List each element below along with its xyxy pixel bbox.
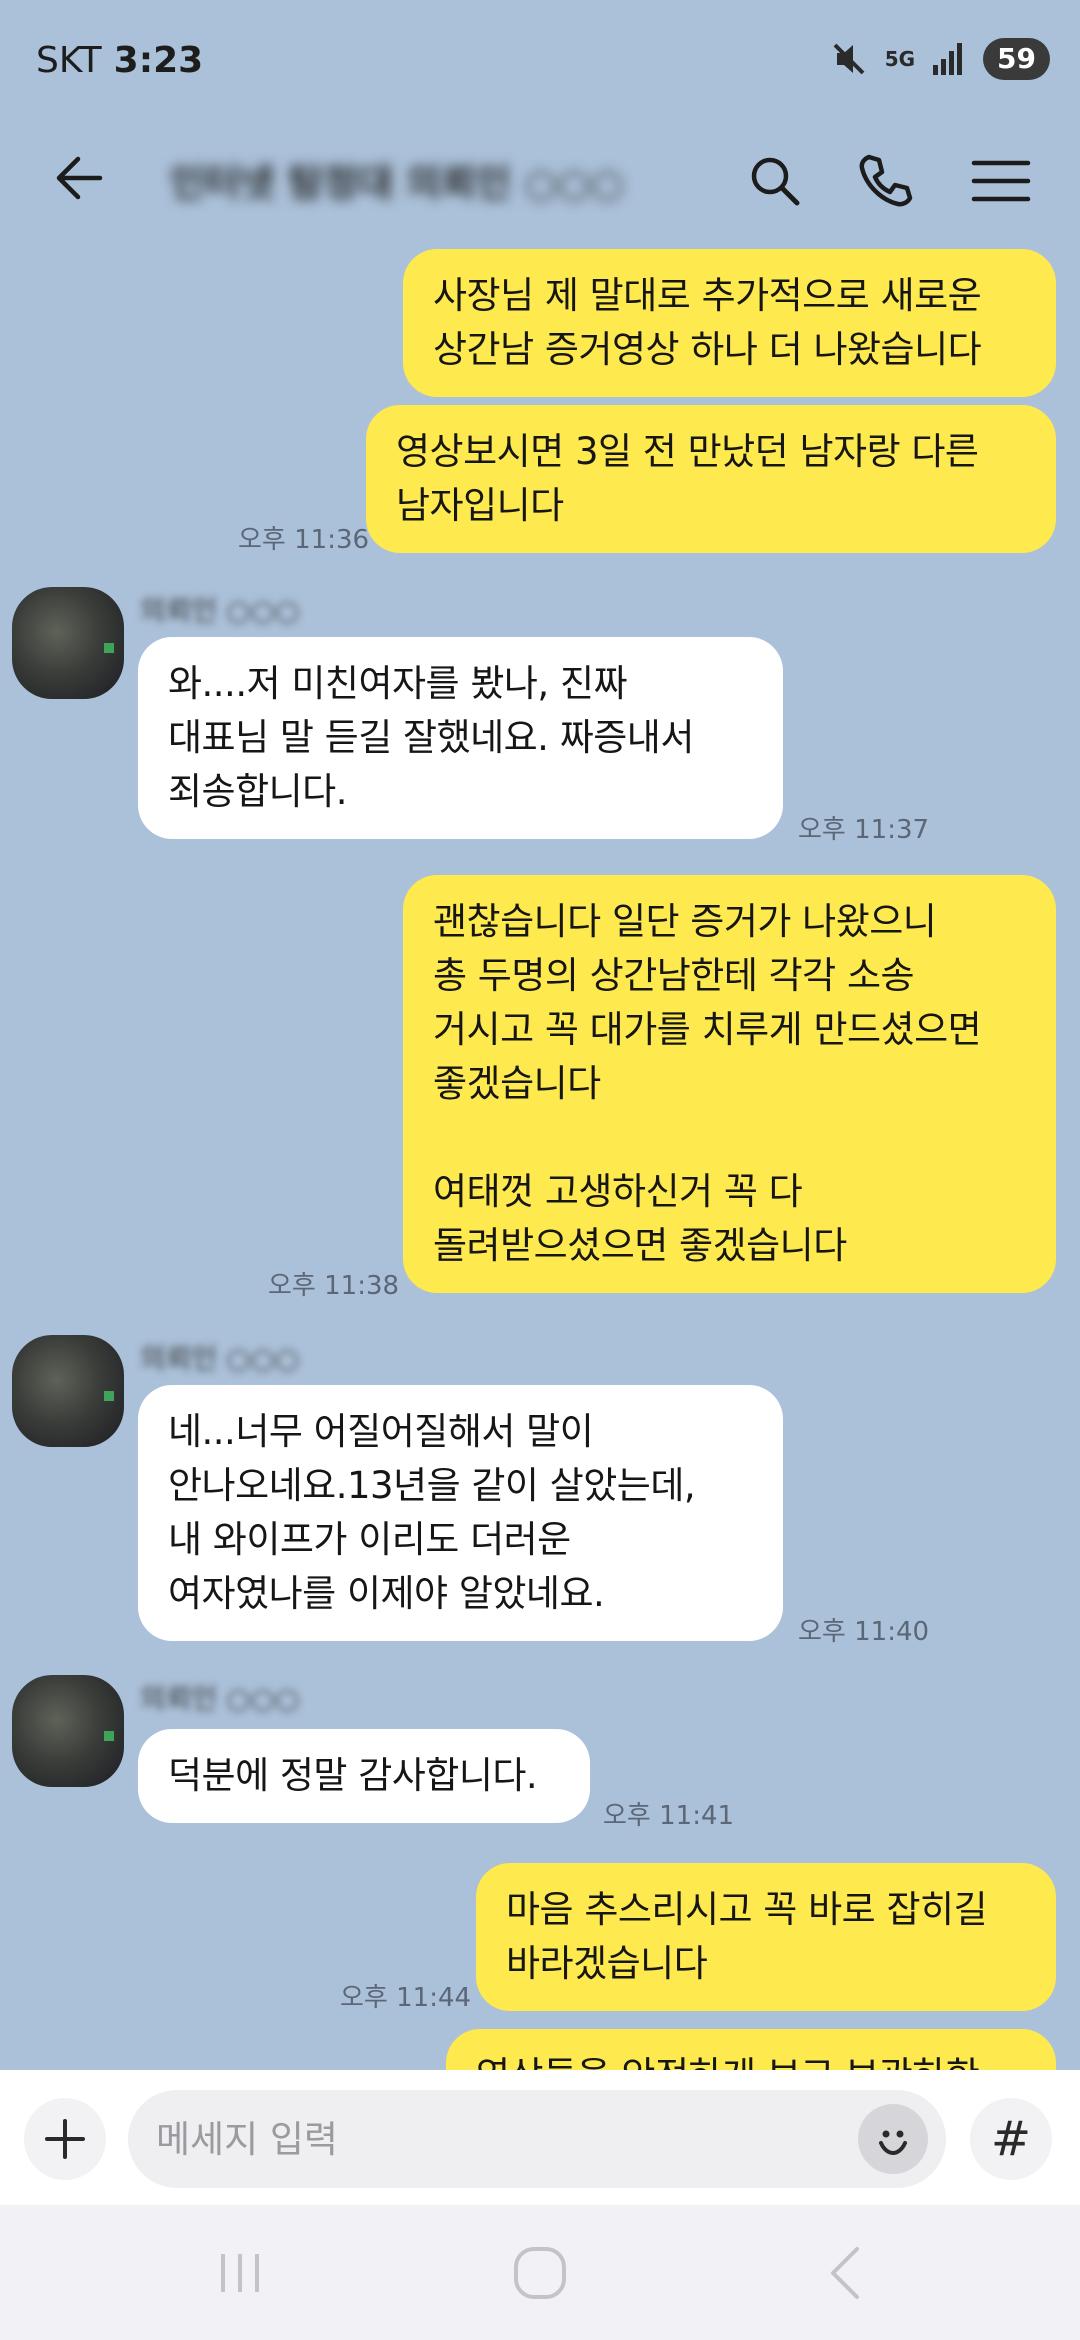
my-message-bubble[interactable]: 영상보시면 3일 전 만났던 남자랑 다른 남자입니다 xyxy=(366,405,1056,553)
message-time: 오후 11:41 xyxy=(603,1801,735,1831)
other-message-bubble[interactable]: 덕분에 정말 감사합니다. xyxy=(138,1729,590,1823)
avatar[interactable] xyxy=(12,587,124,699)
smiley-icon xyxy=(879,2130,907,2156)
search-icon xyxy=(751,157,800,206)
message-time: 오후 11:40 xyxy=(798,1617,930,1647)
my-message-bubble[interactable]: 괜찮습니다 일단 증거가 나왔으니 총 두명의 상간남한테 각각 소송 거시고 … xyxy=(403,875,1056,1293)
signal-icon xyxy=(933,43,963,75)
network-label: 5G xyxy=(884,47,916,71)
message-input[interactable] xyxy=(128,2090,946,2188)
battery-indicator: 59 xyxy=(983,38,1050,80)
search-button[interactable] xyxy=(740,146,810,216)
message-time: 오후 11:38 xyxy=(268,1271,400,1301)
other-message-bubble[interactable]: 와....저 미친여자를 봤나, 진짜 대표님 말 듣길 잘했네요. 짜증내서 … xyxy=(138,637,783,839)
other-message-bubble[interactable]: 네...너무 어질어질해서 말이 안나오네요.13년을 같이 살았는데, 내 와… xyxy=(138,1385,783,1641)
recent-apps-button[interactable] xyxy=(195,2243,285,2303)
my-message-bubble[interactable]: 마음 추스리시고 꼭 바로 잡히길 바라겠습니다 xyxy=(476,1863,1056,2011)
avatar[interactable] xyxy=(12,1335,124,1447)
message-time: 오후 11:36 xyxy=(238,525,370,555)
carrier-label: SKT xyxy=(36,39,102,81)
phone-icon xyxy=(859,154,913,207)
back-nav-button[interactable] xyxy=(800,2243,890,2303)
emoji-button[interactable] xyxy=(858,2104,928,2174)
chat-title: 인터넷 탐정대 의뢰인 ○○○ xyxy=(170,161,624,204)
arrow-left-icon xyxy=(56,156,103,200)
home-icon xyxy=(514,2247,566,2299)
mute-icon xyxy=(833,43,865,75)
hashtag-button[interactable]: # xyxy=(970,2098,1052,2180)
sender-name: 의뢰인 ○○○ xyxy=(140,1342,300,1375)
avatar[interactable] xyxy=(12,1675,124,1787)
message-list[interactable]: 사장님 제 말대로 추가적으로 새로운 상간남 증거영상 하나 더 나왔습니다 … xyxy=(0,235,1080,2070)
chat-header: 인터넷 탐정대 의뢰인 ○○○ xyxy=(0,120,1080,235)
recent-apps-icon xyxy=(221,2254,259,2292)
sender-name: 의뢰인 ○○○ xyxy=(140,1682,300,1715)
attach-button[interactable] xyxy=(24,2098,106,2180)
status-bar: SKT 3:23 5G 59 xyxy=(0,0,1080,120)
message-time: 오후 11:37 xyxy=(798,815,930,845)
my-message-bubble[interactable]: 사장님 제 말대로 추가적으로 새로운 상간남 증거영상 하나 더 나왔습니다 xyxy=(403,249,1056,397)
message-input-bar: # xyxy=(0,2070,1080,2205)
message-time: 오후 11:44 xyxy=(340,1983,472,2013)
clock: 3:23 xyxy=(113,39,204,81)
system-nav-bar xyxy=(0,2205,1080,2340)
chevron-left-icon xyxy=(831,2247,859,2299)
call-button[interactable] xyxy=(850,146,920,216)
home-button[interactable] xyxy=(495,2243,585,2303)
my-message-bubble[interactable]: 영상들을 안전하게 보고 보관하한 xyxy=(446,2029,1056,2070)
back-button[interactable] xyxy=(40,148,120,208)
status-icons: 5G 59 xyxy=(829,38,1050,80)
sender-name: 의뢰인 ○○○ xyxy=(140,594,300,627)
menu-button[interactable] xyxy=(965,146,1037,216)
hamburger-menu-icon xyxy=(971,160,1031,202)
plus-icon xyxy=(45,2119,85,2159)
